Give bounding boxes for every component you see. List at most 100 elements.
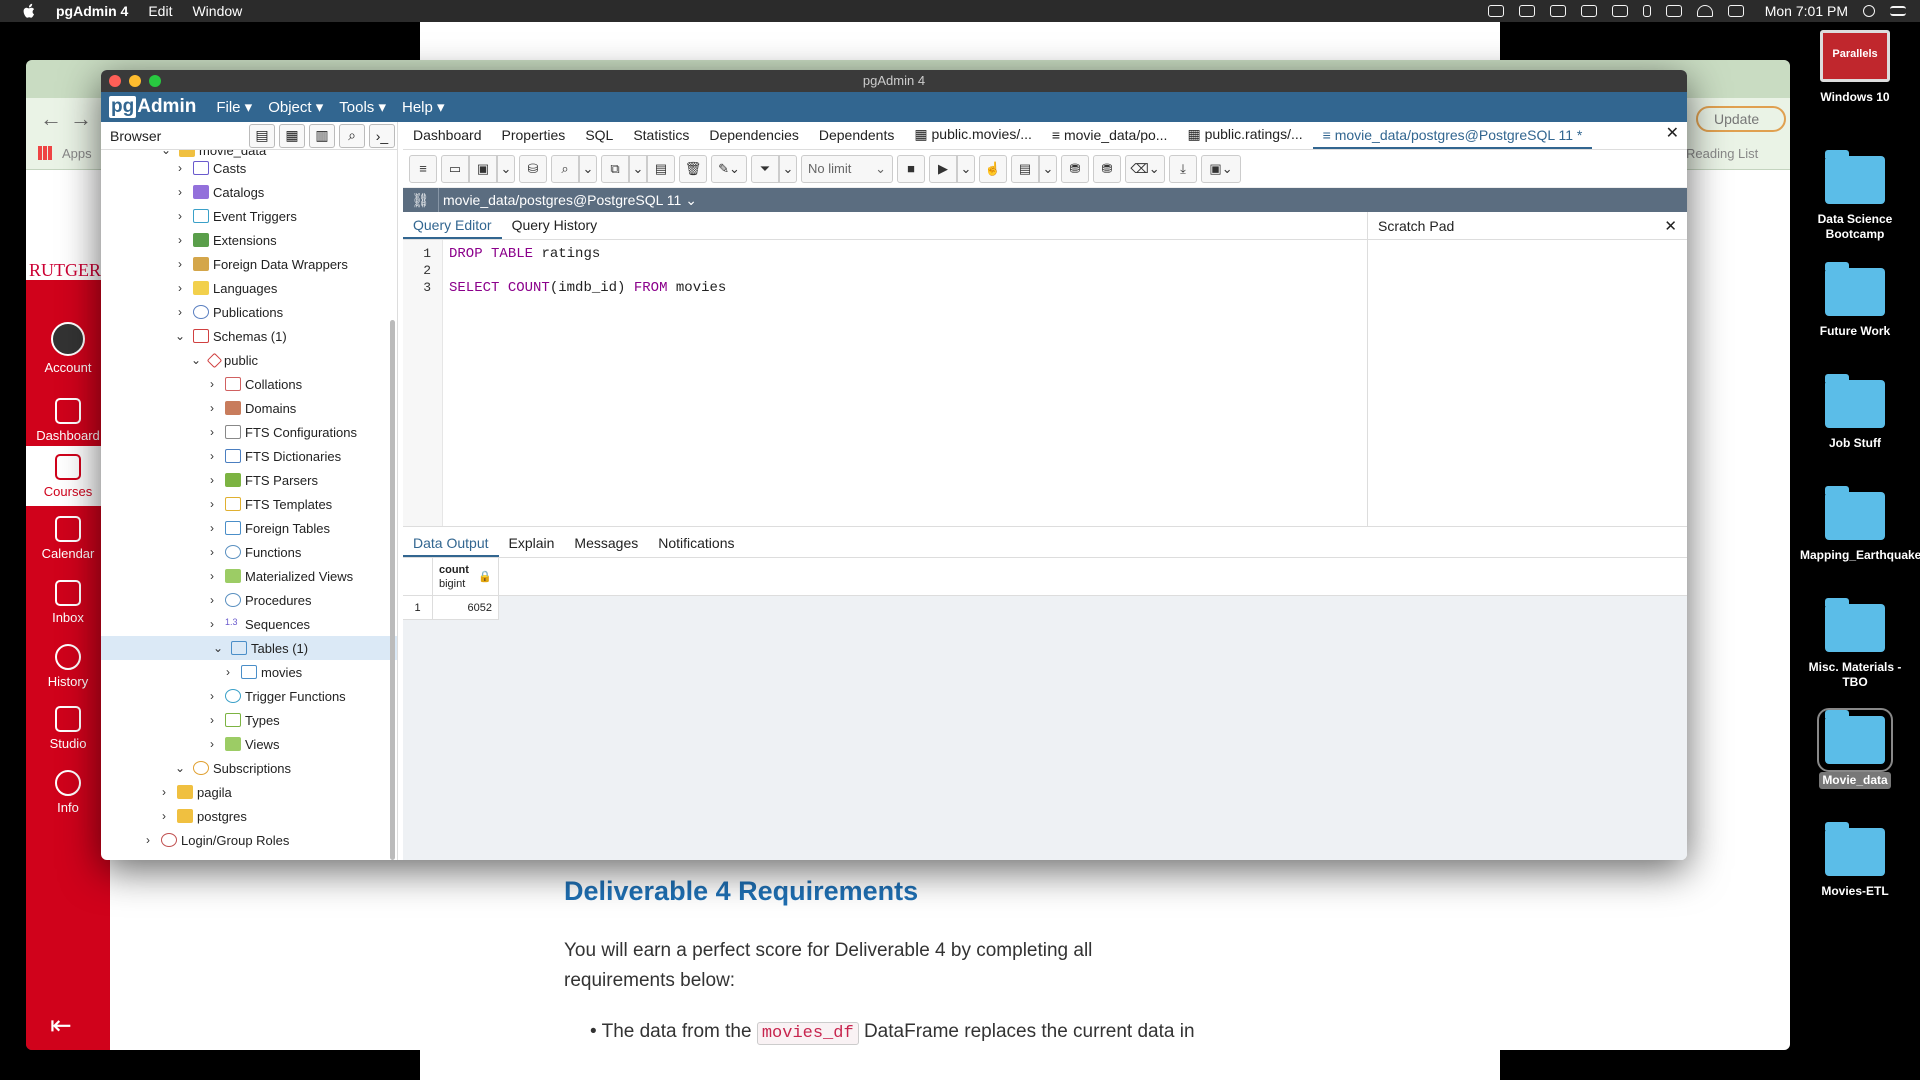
chevron-right-icon[interactable]: ›	[157, 809, 171, 823]
commit-icon[interactable]: ⛃	[1061, 154, 1089, 183]
menu-file[interactable]: File ▾	[216, 98, 252, 116]
canvas-nav-calendar[interactable]: Calendar	[26, 516, 110, 572]
desktop-icon-movie-data[interactable]: Movie_data	[1800, 708, 1910, 789]
collapse-nav-icon[interactable]: ⇤	[50, 1010, 72, 1041]
volume-icon[interactable]	[1727, 5, 1744, 17]
zoom-window-button[interactable]	[149, 75, 161, 87]
execute-dropdown-icon[interactable]: ⌄	[957, 154, 975, 183]
search-objects-icon[interactable]: ⌕	[339, 123, 365, 148]
desktop-icon-misc-materials[interactable]: Misc. Materials - TBO	[1800, 598, 1910, 690]
tree-node-postgres[interactable]: › postgres	[157, 804, 247, 828]
tree-node-views[interactable]: › Views	[205, 732, 279, 756]
tree-node-pagila[interactable]: › pagila	[157, 780, 232, 804]
execute-icon[interactable]: ▶	[929, 154, 957, 183]
tree-node-types[interactable]: › Types	[205, 708, 280, 732]
minimize-window-button[interactable]	[129, 75, 141, 87]
canvas-nav-inbox[interactable]: Inbox	[26, 580, 110, 636]
row-limit-select[interactable]: No limit ⌄	[801, 154, 893, 183]
copy-dropdown-icon[interactable]: ⌄	[629, 154, 647, 183]
tab-statistics[interactable]: Statistics	[623, 127, 699, 149]
tree-node-functions[interactable]: › Functions	[205, 540, 301, 564]
bluetooth-icon[interactable]	[1642, 5, 1651, 17]
explain-dropdown-icon[interactable]: ⌄	[1039, 154, 1057, 183]
tree-node-materialized-views[interactable]: › Materialized Views	[205, 564, 353, 588]
scratch-pad-textarea[interactable]	[1367, 240, 1687, 526]
canvas-nav-dashboard[interactable]: Dashboard	[26, 388, 110, 444]
tree-node-schemas[interactable]: ⌄ Schemas (1)	[173, 324, 287, 348]
link-icon[interactable]: ⛓	[403, 188, 439, 212]
edit-icon[interactable]: ✎⌄	[711, 154, 747, 183]
tab-dashboard[interactable]: Dashboard	[403, 127, 492, 149]
chevron-down-icon[interactable]: ⌄	[211, 641, 225, 655]
tab-sql[interactable]: SQL	[575, 127, 623, 149]
filter-icon[interactable]: ⏷	[751, 154, 779, 183]
chevron-right-icon[interactable]: ›	[205, 425, 219, 439]
rutgers-logo[interactable]: RUTGERS	[29, 260, 111, 281]
chevron-right-icon[interactable]: ›	[173, 257, 187, 271]
copy-icon[interactable]: ⧉	[601, 154, 629, 183]
tab-public-movies[interactable]: ▦ public.movies/...	[904, 126, 1042, 149]
chevron-right-icon[interactable]: ›	[173, 209, 187, 223]
chevron-right-icon[interactable]: ›	[173, 185, 187, 199]
tree-node-fts-dictionaries[interactable]: › FTS Dictionaries	[205, 444, 341, 468]
display-icon[interactable]	[1580, 5, 1597, 17]
psql-tool-icon[interactable]: ›_	[369, 123, 395, 148]
tree-node-movies[interactable]: › movies	[221, 660, 302, 684]
cell-count[interactable]: 6052	[433, 596, 499, 620]
apple-icon[interactable]	[20, 2, 38, 20]
tree-node-procedures[interactable]: › Procedures	[205, 588, 311, 612]
find-dropdown-icon[interactable]: ⌄	[579, 154, 597, 183]
tab-explain[interactable]: Explain	[499, 535, 565, 557]
table-row[interactable]: 1 6052	[403, 596, 499, 620]
tree-node-collations[interactable]: › Collations	[205, 372, 302, 396]
chevron-right-icon[interactable]: ›	[205, 401, 219, 415]
airplay-icon[interactable]	[1611, 5, 1628, 17]
tree-node-extensions[interactable]: › Extensions	[173, 228, 277, 252]
apps-grid-icon[interactable]	[38, 146, 52, 160]
chevron-right-icon[interactable]: ›	[205, 473, 219, 487]
filtered-rows-icon[interactable]: ▥	[309, 123, 335, 148]
chevron-right-icon[interactable]: ›	[173, 233, 187, 247]
tree-node-login-group-roles[interactable]: › Login/Group Roles	[141, 828, 289, 852]
paste-icon[interactable]: ▤	[647, 154, 675, 183]
chevron-right-icon[interactable]: ›	[205, 737, 219, 751]
close-window-button[interactable]	[109, 75, 121, 87]
chevron-down-icon[interactable]: ⌄	[189, 353, 203, 367]
canvas-nav-studio[interactable]: Studio	[26, 706, 110, 762]
tab-query-history[interactable]: Query History	[502, 217, 608, 239]
canvas-nav-account[interactable]: Account	[26, 322, 110, 382]
save-dropdown-icon[interactable]: ⌄	[497, 154, 515, 183]
canvas-nav-history[interactable]: History	[26, 644, 110, 700]
save-icon[interactable]: ▣	[469, 154, 497, 183]
view-data-icon[interactable]: ▦	[279, 123, 305, 148]
canvas-nav-info[interactable]: Info	[26, 770, 110, 826]
connection-select[interactable]: movie_data/postgres@PostgreSQL 11 ⌄	[439, 192, 697, 209]
tree-node-public[interactable]: ⌄ public	[189, 348, 258, 372]
chevron-right-icon[interactable]: ›	[205, 449, 219, 463]
rollback-icon[interactable]: ⛃	[1093, 154, 1121, 183]
chevron-right-icon[interactable]: ›	[173, 305, 187, 319]
stop-icon[interactable]: ■	[897, 154, 925, 183]
tree-node-event-triggers[interactable]: › Event Triggers	[173, 204, 297, 228]
download-icon[interactable]: ⤓	[1169, 154, 1197, 183]
tree-node-languages[interactable]: › Languages	[173, 276, 277, 300]
filter-dropdown-icon[interactable]: ⌄	[779, 154, 797, 183]
tree-node-fts-configurations[interactable]: › FTS Configurations	[205, 420, 357, 444]
delete-icon[interactable]: 🗑	[679, 154, 707, 183]
creative-cloud-icon[interactable]	[1487, 5, 1504, 17]
tab-properties[interactable]: Properties	[492, 127, 576, 149]
menu-tools[interactable]: Tools ▾	[339, 98, 386, 116]
menu-help[interactable]: Help ▾	[402, 98, 445, 116]
macros-icon[interactable]: ▣⌄	[1201, 154, 1241, 183]
notification-center-icon[interactable]	[1890, 6, 1906, 16]
select-all-corner[interactable]	[403, 558, 433, 596]
tab-dependencies[interactable]: Dependencies	[699, 127, 809, 149]
chevron-right-icon[interactable]: ›	[205, 377, 219, 391]
tree-node-trigger-functions[interactable]: › Trigger Functions	[205, 684, 346, 708]
chevron-right-icon[interactable]: ›	[157, 785, 171, 799]
chevron-right-icon[interactable]: ›	[221, 665, 235, 679]
tab-data-output[interactable]: Data Output	[403, 535, 499, 557]
tree-node-foreign-tables[interactable]: › Foreign Tables	[205, 516, 330, 540]
tab-messages[interactable]: Messages	[564, 535, 648, 557]
menubar-clock[interactable]: Mon 7:01 PM	[1765, 3, 1848, 19]
